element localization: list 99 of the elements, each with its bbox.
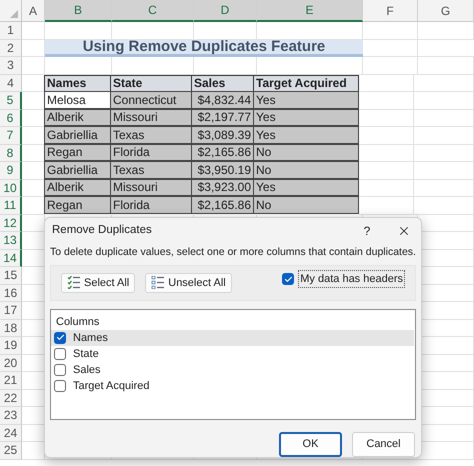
row-number[interactable]: 3 xyxy=(0,57,22,74)
row-number[interactable]: 18 xyxy=(0,320,22,337)
empty-cell xyxy=(414,180,474,197)
column-header[interactable]: C xyxy=(112,0,194,22)
empty-cell xyxy=(414,162,474,180)
row-number[interactable]: 5 xyxy=(0,92,22,110)
table-cell: Gabriellia xyxy=(44,161,111,178)
table-cell: Regan xyxy=(44,196,111,214)
column-option-label: State xyxy=(73,346,99,362)
column-checkbox[interactable] xyxy=(54,364,66,376)
column-option[interactable]: Target Acquired xyxy=(51,378,414,394)
table-cell: $3,089.39 xyxy=(191,126,254,144)
row-number[interactable]: 20 xyxy=(0,354,22,372)
row-number[interactable]: 15 xyxy=(0,267,22,284)
row-number[interactable]: 25 xyxy=(0,442,22,460)
sheet-title: Using Remove Duplicates Feature xyxy=(45,40,363,57)
columns-label: Columns xyxy=(55,314,100,330)
table-cell: Yes xyxy=(253,178,359,196)
close-icon xyxy=(397,224,411,238)
select-all-button[interactable]: Select All xyxy=(61,272,136,293)
row-number[interactable]: 4 xyxy=(0,74,22,92)
empty-cell xyxy=(414,110,474,127)
row-number[interactable]: 8 xyxy=(0,144,22,162)
cancel-button[interactable]: Cancel xyxy=(352,432,415,457)
table-cell: Gabriellia xyxy=(44,126,111,144)
column-header[interactable]: F xyxy=(363,0,418,22)
empty-cell xyxy=(414,74,474,92)
column-header[interactable]: G xyxy=(418,0,474,22)
table-cell: Florida xyxy=(110,144,192,161)
table-cell: No xyxy=(253,196,359,214)
table-cell: Texas xyxy=(110,161,192,178)
row-number[interactable]: 9 xyxy=(0,162,22,180)
column-checkbox[interactable] xyxy=(54,332,66,344)
empty-cell xyxy=(414,127,474,144)
row-number[interactable]: 12 xyxy=(0,214,22,232)
table-cell: Alberik xyxy=(44,108,111,126)
table-cell: Melosa xyxy=(44,91,111,108)
table-cell: Yes xyxy=(253,91,359,108)
column-option[interactable]: Sales xyxy=(51,362,414,378)
empty-cell xyxy=(363,57,418,74)
empty-cell xyxy=(414,197,474,214)
column-checkbox[interactable] xyxy=(54,380,66,392)
help-button[interactable]: ? xyxy=(357,222,377,240)
row-number[interactable]: 14 xyxy=(0,250,22,267)
row-number[interactable]: 17 xyxy=(0,302,22,320)
column-header[interactable]: A xyxy=(22,0,45,22)
column-option[interactable]: Names xyxy=(51,330,414,346)
row-number[interactable]: 6 xyxy=(0,110,22,127)
empty-cell xyxy=(414,144,474,162)
table-cell: Regan xyxy=(44,144,111,161)
row-number[interactable]: 2 xyxy=(0,40,22,57)
dialog-title: Remove Duplicates xyxy=(52,223,153,238)
table-cell: Missouri xyxy=(110,178,192,196)
unselect-all-button[interactable]: Unselect All xyxy=(145,272,232,293)
table-cell: $2,165.86 xyxy=(191,196,254,214)
row-number[interactable]: 13 xyxy=(0,232,22,250)
table-cell: $3,923.00 xyxy=(191,178,254,196)
checklist-icon xyxy=(67,276,80,290)
row-number[interactable]: 16 xyxy=(0,284,22,302)
column-header[interactable]: E xyxy=(257,0,363,22)
table-cell: No xyxy=(253,144,359,161)
empty-cell xyxy=(414,92,474,110)
column-option-label: Target Acquired xyxy=(73,378,150,394)
list-icon xyxy=(151,276,164,290)
column-checkbox[interactable] xyxy=(54,348,66,360)
empty-cell xyxy=(418,57,474,74)
table-cell: $4,832.44 xyxy=(191,91,254,108)
table-cell: Missouri xyxy=(110,108,192,126)
headers-option-label[interactable]: My data has headers xyxy=(298,270,405,288)
headers-checkbox[interactable] xyxy=(282,273,294,285)
row-number[interactable]: 21 xyxy=(0,372,22,390)
empty-cell xyxy=(363,22,418,40)
corner-triangle-icon xyxy=(10,10,18,18)
table-cell: Yes xyxy=(253,126,359,144)
column-option-label: Sales xyxy=(73,362,101,378)
row-number[interactable]: 10 xyxy=(0,180,22,197)
table-cell: Alberik xyxy=(44,178,111,196)
column-header[interactable]: D xyxy=(194,0,257,22)
row-number[interactable]: 19 xyxy=(0,337,22,354)
column-option-label: Names xyxy=(73,330,108,346)
column-option[interactable]: State xyxy=(51,346,414,362)
row-number[interactable]: 24 xyxy=(0,424,22,442)
table-cell: Yes xyxy=(253,108,359,126)
table-cell: Florida xyxy=(110,196,192,214)
instruction-text: To delete duplicate values, select one or more columns that contain duplicates. xyxy=(49,245,417,260)
table-cell: No xyxy=(253,161,359,178)
row-number[interactable]: 22 xyxy=(0,390,22,407)
row-number[interactable]: 1 xyxy=(0,22,22,40)
table-cell: Texas xyxy=(110,126,192,144)
row-number[interactable]: 11 xyxy=(0,197,22,214)
ok-button[interactable]: OK xyxy=(279,432,342,457)
empty-cell xyxy=(418,22,474,40)
table-cell: $2,165.86 xyxy=(191,144,254,161)
row-number[interactable]: 23 xyxy=(0,407,22,424)
row-number[interactable]: 7 xyxy=(0,127,22,144)
table-cell: Connecticut xyxy=(110,91,192,108)
table-cell: $3,950.19 xyxy=(191,161,254,178)
column-header[interactable]: B xyxy=(45,0,112,22)
table-cell: $2,197.77 xyxy=(191,108,254,126)
